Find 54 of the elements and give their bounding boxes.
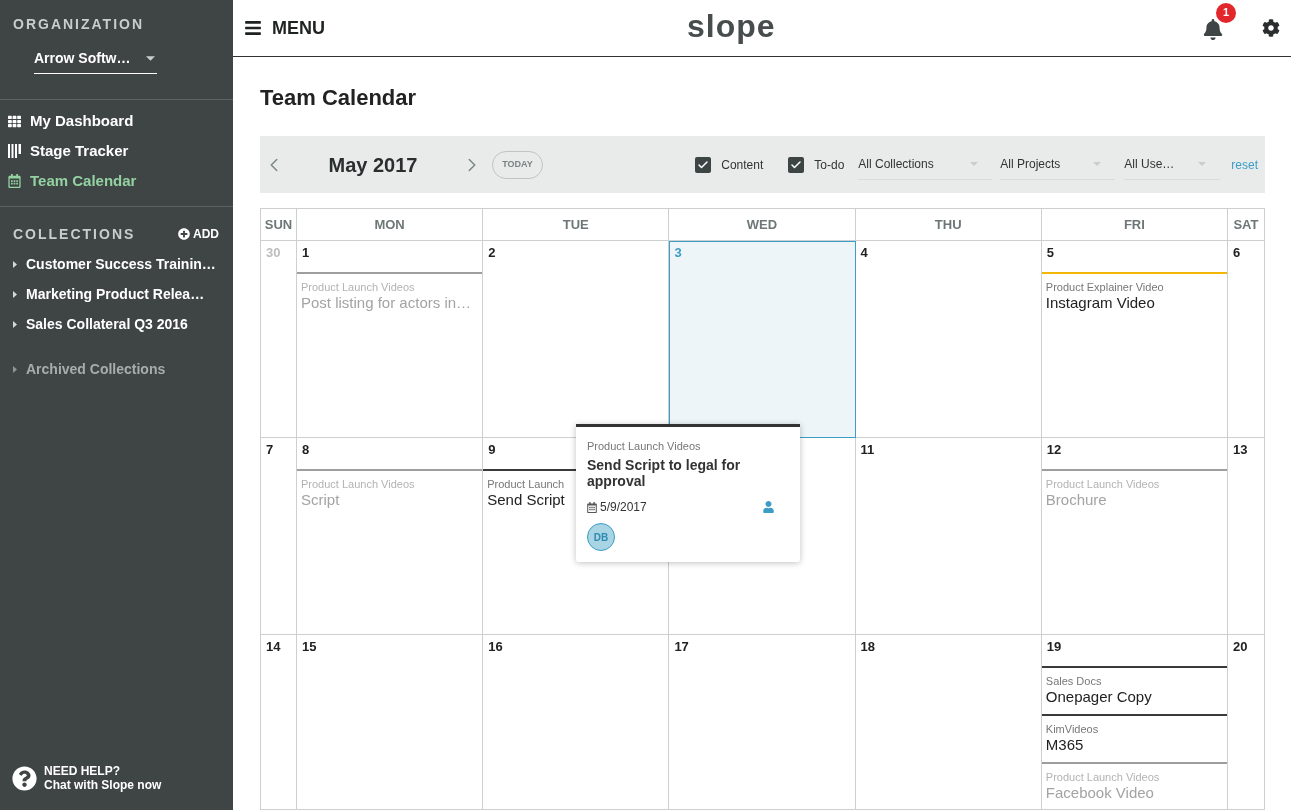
event-title: Script: [301, 491, 340, 509]
collections-heading: COLLECTIONS: [13, 225, 136, 243]
month-label: May 2017: [327, 152, 419, 178]
day-number: 2: [488, 245, 496, 261]
day-number: 18: [860, 639, 876, 655]
weekday-header: FRI: [1123, 215, 1145, 234]
event-title: M365: [1045, 736, 1084, 754]
event-category: Product Explainer Video: [1045, 280, 1164, 294]
day-number: 9: [488, 442, 496, 458]
day-number: 12: [1046, 442, 1062, 458]
notification-badge: 1: [1216, 2, 1236, 23]
logo: slope: [687, 8, 776, 44]
day-number: 11: [860, 442, 875, 458]
event-title: Brochure: [1045, 491, 1107, 509]
day-number: 5: [1046, 245, 1055, 261]
event-title: Facebook Video: [1045, 784, 1154, 802]
event-title: Instagram Video: [1045, 294, 1155, 312]
day-number: 19: [1046, 639, 1062, 655]
weekday-header: MON: [374, 215, 405, 234]
day-number: 4: [860, 245, 868, 261]
checkbox-label: To-do: [814, 156, 845, 174]
day-number: 15: [302, 639, 317, 655]
day-number: 20: [1233, 639, 1248, 655]
event-category: KimVideos: [1045, 722, 1099, 736]
due-date: 5/9/2017: [600, 499, 647, 515]
page-title: Team Calendar: [260, 86, 418, 110]
checkbox-label: Content: [721, 156, 764, 174]
day-number: 6: [1233, 245, 1241, 261]
weekday-header: TUE: [562, 215, 589, 234]
popover-category: Product Launch Videos: [587, 439, 702, 453]
day-number: 14: [266, 639, 281, 655]
day-number: 8: [302, 442, 310, 458]
popover-title: Send Script to legal for approval: [587, 457, 742, 489]
day-number: 3: [674, 245, 682, 261]
event-category: Sales Docs: [1045, 674, 1102, 688]
event-title: Post listing for actors in…: [301, 294, 472, 312]
day-number: 30: [266, 245, 281, 261]
event-category: Product Launch Videos: [1045, 477, 1160, 491]
event-category: Product Launch Videos: [1045, 770, 1160, 784]
event-category: Product Launch: [487, 477, 565, 491]
day-number: 7: [266, 442, 274, 458]
event-category: Product Launch Videos: [301, 477, 415, 491]
event-category: Product Launch Videos: [301, 280, 415, 294]
event-title: Onepager Copy: [1045, 688, 1152, 706]
organization-heading: ORGANIZATION: [13, 16, 146, 33]
day-number: 16: [488, 639, 503, 655]
weekday-header: SAT: [1233, 215, 1259, 234]
day-number: 17: [674, 639, 689, 655]
event-title: Send Script: [487, 491, 565, 509]
weekday-header: THU: [934, 215, 962, 234]
weekday-header: SUN: [264, 215, 293, 234]
weekday-header: WED: [746, 215, 778, 234]
day-number: 1: [302, 245, 310, 261]
day-number: 13: [1233, 442, 1248, 458]
